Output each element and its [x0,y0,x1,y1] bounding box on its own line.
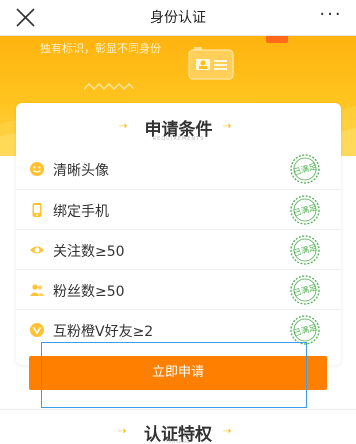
banner-subtitle: 独有标识，彰显不同身份 [40,42,161,55]
divider [0,409,356,410]
banner-ribbon [266,36,288,43]
v-badge-icon [30,323,44,337]
requirement-avatar: 清晰头像 已满足 [16,149,341,189]
satisfied-stamp: 已满足 [290,275,320,305]
requirements-header: ⇢ 申请条件 ⇢ REQUIREMENTS [16,103,341,149]
satisfied-stamp: 已满足 [290,315,320,345]
requirements-subtitle: REQUIREMENTS [152,136,205,142]
requirement-follows: 关注数≥50 已满足 [16,229,341,269]
requirements-list: 清晰头像 已满足 绑定手机 已满足 关注数≥50 已满足 粉丝数≥50 已满足 … [16,149,341,349]
apply-button[interactable]: 立即申请 [29,356,327,390]
privileges-header: ⇢ 认证特权 ⇢ PRIVILEGES [0,420,356,444]
users-icon [30,284,45,296]
stamp-text: 已满足 [292,202,318,218]
stamp-text: 已满足 [292,242,318,258]
satisfied-stamp: 已满足 [290,154,320,184]
requirement-phone: 绑定手机 已满足 [16,189,341,229]
satisfied-stamp: 已满足 [290,195,320,225]
requirement-label: 粉丝数≥50 [53,284,125,300]
satisfied-stamp: 已满足 [290,235,320,265]
requirement-label: 清晰头像 [53,163,109,179]
title-arrow-right-icon: ⇢ [223,426,232,437]
page-title: 身份认证 [150,10,206,26]
stamp-text: 已满足 [292,282,318,298]
requirement-label: 互粉橙V好友≥2 [53,324,154,340]
phone-icon [32,203,42,217]
requirement-label: 绑定手机 [53,204,109,220]
requirements-card: ⇢ 申请条件 ⇢ REQUIREMENTS 清晰头像 已满足 绑定手机 已满足 … [16,103,341,365]
requirement-fans: 粉丝数≥50 已满足 [16,269,341,309]
privileges-subtitle: PRIVILEGES [166,439,190,444]
stamp-text: 已满足 [292,322,318,338]
nav-bar: 身份认证 ··· [0,0,356,36]
title-arrow-right-icon: ⇢ [223,121,232,132]
zigzag-decoration [84,83,134,90]
id-card-icon [188,47,234,80]
more-menu-icon[interactable]: ··· [318,6,344,28]
eye-icon [30,246,44,254]
smile-face-icon [30,162,44,176]
requirement-orange-v-friends: 互粉橙V好友≥2 已满足 [16,309,341,349]
stamp-text: 已满足 [292,161,318,177]
requirement-label: 关注数≥50 [53,244,125,260]
